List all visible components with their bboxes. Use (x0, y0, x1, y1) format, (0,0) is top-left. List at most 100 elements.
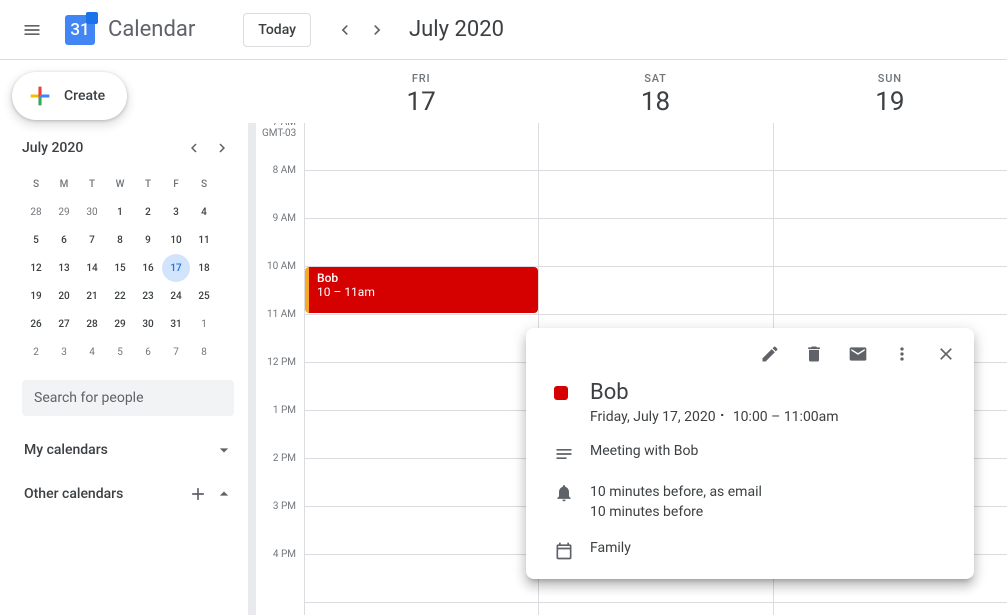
mini-cal-day[interactable]: 21 (78, 282, 106, 310)
create-button[interactable]: Create (12, 72, 127, 120)
mini-cal-day[interactable]: 17 (162, 254, 190, 282)
mini-cal-day[interactable]: 14 (78, 254, 106, 282)
time-column: 7 AM8 AM9 AM10 AM11 AM12 PM1 PM2 PM3 PM4… (256, 123, 304, 615)
event-color-swatch (554, 386, 568, 400)
event-options-button[interactable] (884, 336, 920, 372)
mini-cal-day[interactable]: 7 (78, 226, 106, 254)
today-button[interactable]: Today (243, 13, 311, 47)
pencil-icon (760, 344, 780, 364)
mini-cal-day[interactable]: 1 (106, 198, 134, 226)
mini-cal-day[interactable]: 15 (106, 254, 134, 282)
mini-cal-day[interactable]: 18 (190, 254, 218, 282)
hour-cell[interactable] (774, 267, 1007, 315)
mini-cal-day[interactable]: 30 (78, 198, 106, 226)
hour-cell[interactable] (539, 267, 772, 315)
mini-cal-day[interactable]: 5 (106, 338, 134, 366)
prev-period-button[interactable] (329, 14, 361, 46)
chevron-down-icon (214, 440, 234, 460)
day-header[interactable]: SAT18 (538, 60, 772, 117)
hour-cell[interactable] (305, 123, 538, 171)
hour-cell[interactable] (774, 123, 1007, 171)
day-header[interactable]: FRI17 (304, 60, 538, 117)
current-period-label: July 2020 (409, 17, 504, 42)
mini-cal-day[interactable]: 28 (22, 198, 50, 226)
mini-cal-day[interactable]: 6 (134, 338, 162, 366)
mini-cal-prev[interactable] (182, 136, 206, 160)
event-reminders: 10 minutes before, as email10 minutes be… (590, 482, 762, 522)
hour-cell[interactable] (774, 219, 1007, 267)
mini-cal-day[interactable]: 4 (78, 338, 106, 366)
mini-cal-day[interactable]: 25 (190, 282, 218, 310)
main-menu-button[interactable] (8, 6, 56, 54)
mini-cal-day[interactable]: 6 (50, 226, 78, 254)
day-column[interactable]: Bob10 – 11am (304, 123, 538, 615)
mini-cal-day[interactable]: 23 (134, 282, 162, 310)
mini-cal-day[interactable]: 19 (22, 282, 50, 310)
period-nav (329, 14, 393, 46)
day-header[interactable]: SUN19 (773, 60, 1007, 117)
app-logo: 31 (60, 10, 100, 50)
mini-cal-day[interactable]: 9 (134, 226, 162, 254)
delete-event-button[interactable] (796, 336, 832, 372)
hour-cell[interactable] (305, 219, 538, 267)
description-icon (554, 444, 574, 464)
mini-cal-next[interactable] (210, 136, 234, 160)
close-popup-button[interactable] (928, 336, 964, 372)
mini-cal-day[interactable]: 8 (106, 226, 134, 254)
day-number: 18 (538, 87, 772, 117)
hour-cell[interactable] (539, 171, 772, 219)
hour-cell[interactable] (305, 315, 538, 363)
hour-cell[interactable] (305, 555, 538, 603)
mini-cal-title: July 2020 (22, 140, 83, 156)
mini-cal-day[interactable]: 2 (22, 338, 50, 366)
mini-cal-day[interactable]: 31 (162, 310, 190, 338)
hour-cell[interactable] (305, 411, 538, 459)
mini-calendar: July 2020 SMTWTFS28293012345678910111213… (0, 120, 248, 366)
hour-label: 10 AM (256, 261, 296, 309)
mini-cal-day[interactable]: 4 (190, 198, 218, 226)
mini-cal-day[interactable]: 10 (162, 226, 190, 254)
day-of-week: FRI (304, 72, 538, 85)
next-period-button[interactable] (361, 14, 393, 46)
chevron-up-icon (214, 484, 234, 504)
hour-cell[interactable] (305, 459, 538, 507)
other-calendars-toggle[interactable]: Other calendars (0, 474, 248, 514)
mini-cal-day[interactable]: 2 (134, 198, 162, 226)
mini-cal-day[interactable]: 7 (162, 338, 190, 366)
hour-cell[interactable] (539, 219, 772, 267)
mini-cal-day[interactable]: 3 (50, 338, 78, 366)
mini-cal-day[interactable]: 30 (134, 310, 162, 338)
mini-cal-day[interactable]: 28 (78, 310, 106, 338)
mini-cal-day[interactable]: 16 (134, 254, 162, 282)
event-popup-datetime: Friday, July 17, 2020 ⠂ 10:00 – 11:00am (590, 409, 954, 425)
mini-cal-day[interactable]: 20 (50, 282, 78, 310)
mini-cal-day[interactable]: 8 (190, 338, 218, 366)
mini-cal-day[interactable]: 13 (50, 254, 78, 282)
hour-cell[interactable] (305, 171, 538, 219)
mini-cal-day[interactable]: 27 (50, 310, 78, 338)
mini-cal-day[interactable]: 5 (22, 226, 50, 254)
hour-cell[interactable] (305, 363, 538, 411)
add-icon[interactable] (188, 484, 208, 504)
email-guests-button[interactable] (840, 336, 876, 372)
mini-cal-day[interactable]: 29 (106, 310, 134, 338)
mini-cal-day[interactable]: 3 (162, 198, 190, 226)
search-people-input[interactable]: Search for people (22, 380, 234, 416)
mini-cal-day[interactable]: 11 (190, 226, 218, 254)
mini-cal-day[interactable]: 22 (106, 282, 134, 310)
mini-cal-day[interactable]: 26 (22, 310, 50, 338)
mini-cal-day[interactable]: 29 (50, 198, 78, 226)
hour-cell[interactable] (774, 171, 1007, 219)
app-name: Calendar (108, 17, 195, 42)
mini-cal-dow: W (106, 170, 134, 198)
my-calendars-toggle[interactable]: My calendars (0, 430, 248, 470)
mini-cal-dow: S (22, 170, 50, 198)
mini-cal-day[interactable]: 12 (22, 254, 50, 282)
logo-day: 31 (65, 15, 95, 45)
hour-cell[interactable] (305, 507, 538, 555)
edit-event-button[interactable] (752, 336, 788, 372)
mini-cal-day[interactable]: 24 (162, 282, 190, 310)
hour-cell[interactable] (539, 123, 772, 171)
mini-cal-day[interactable]: 1 (190, 310, 218, 338)
calendar-event[interactable]: Bob10 – 11am (305, 267, 538, 313)
